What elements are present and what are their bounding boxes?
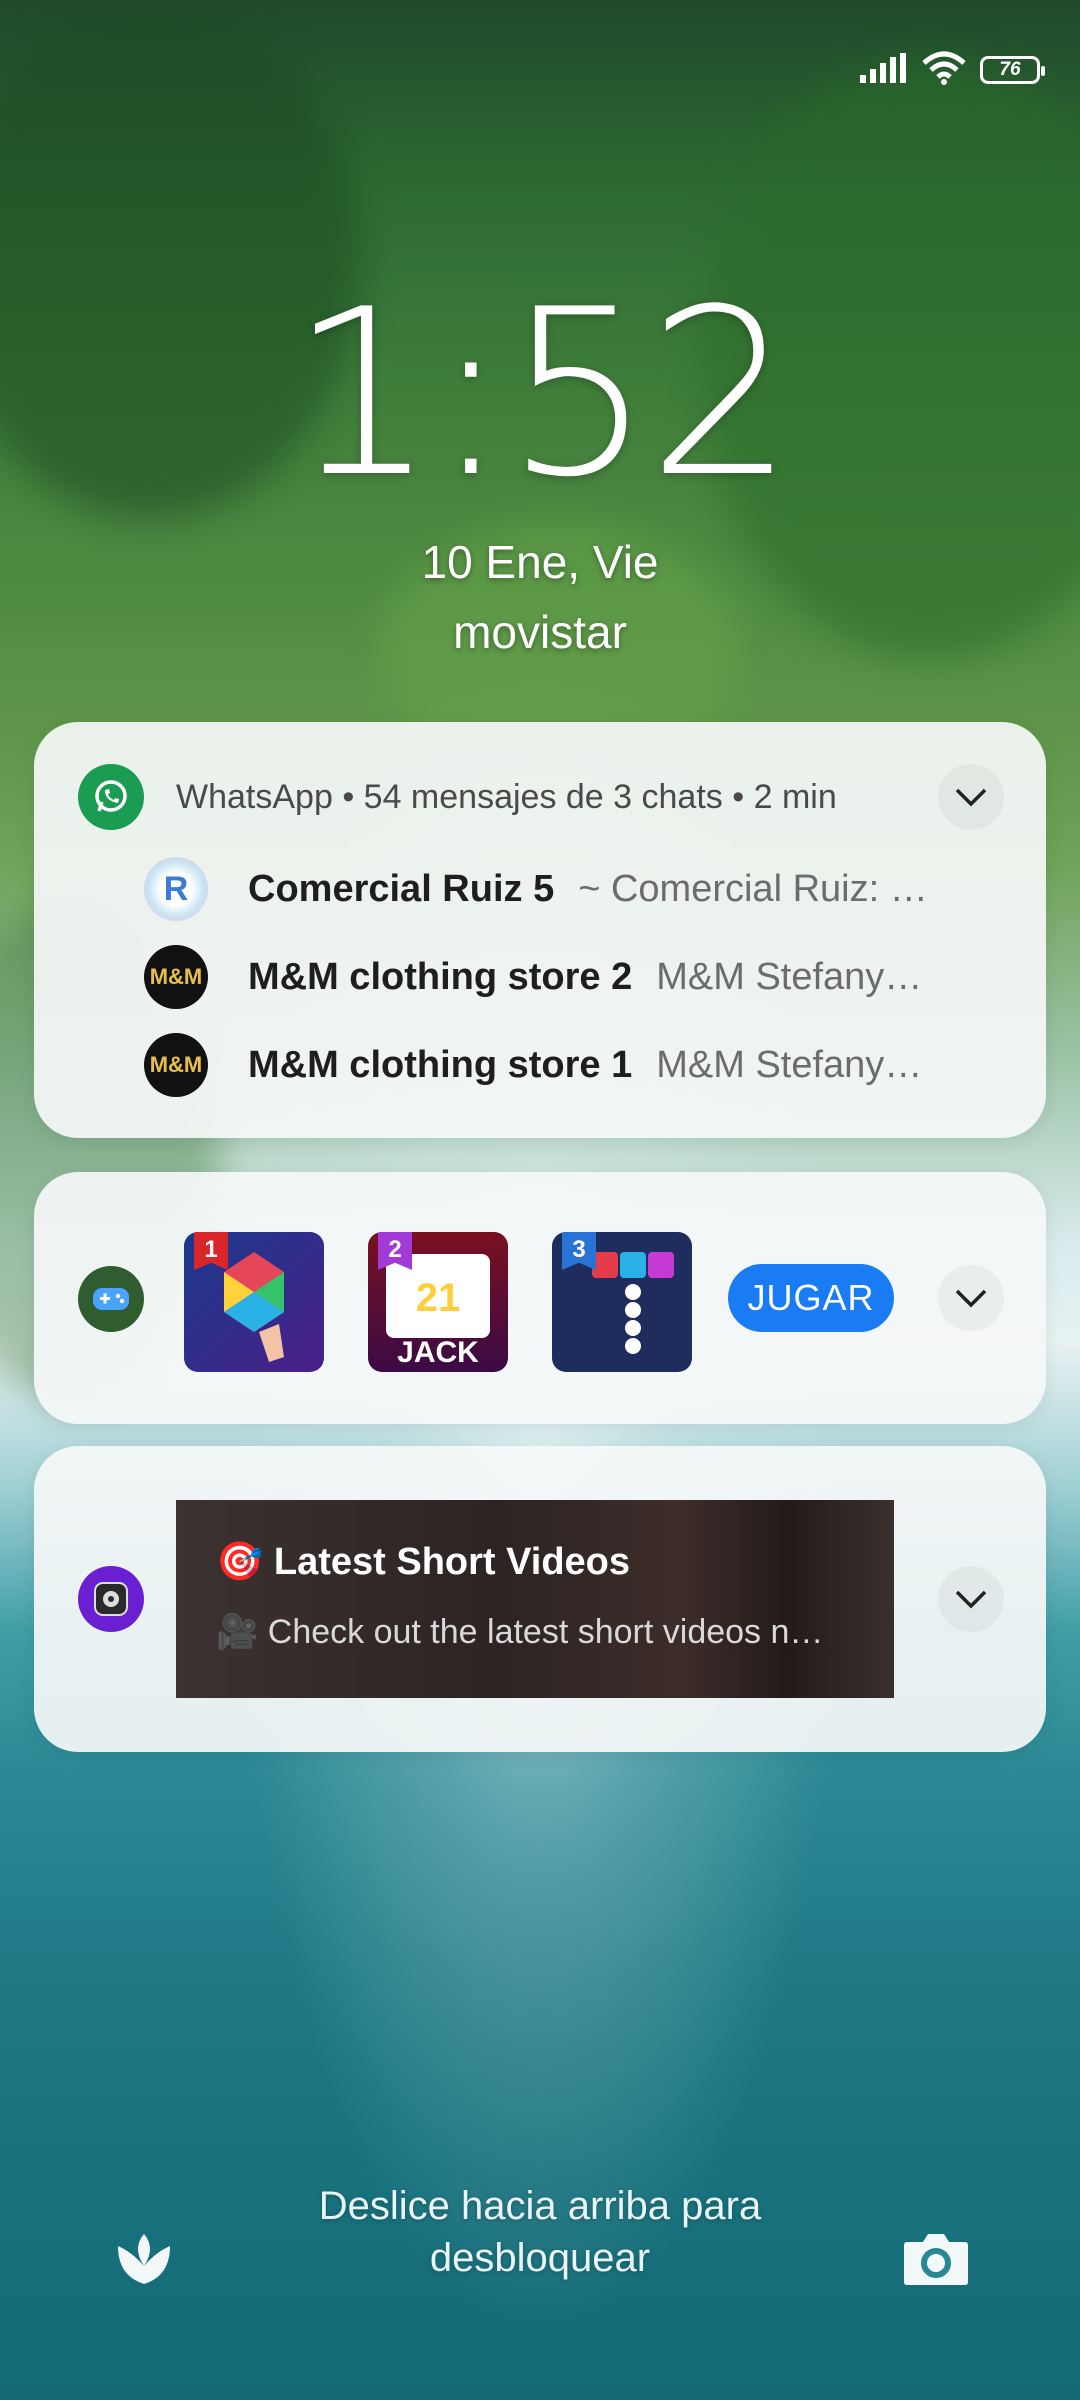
whatsapp-icon bbox=[78, 764, 144, 830]
game-thumbnail[interactable]: 3 bbox=[552, 1232, 692, 1372]
play-button[interactable]: JUGAR bbox=[728, 1264, 894, 1332]
status-bar: 76 bbox=[860, 51, 1045, 90]
game-center-icon bbox=[78, 1266, 144, 1332]
blackjack-number: 21 bbox=[415, 1276, 461, 1320]
video-preview[interactable]: 🎯 Latest Short Videos 🎥 Check out the la… bbox=[176, 1500, 894, 1698]
expand-button[interactable] bbox=[938, 764, 1004, 830]
chat-name: M&M clothing store 2 bbox=[248, 955, 633, 998]
message-summary: 54 mensajes de 3 chats bbox=[363, 778, 723, 816]
battery-level: 76 bbox=[999, 59, 1021, 80]
clock: 1:52 bbox=[289, 261, 795, 528]
chat-name: Comercial Ruiz 5 bbox=[248, 867, 555, 910]
signal-icon bbox=[860, 52, 908, 88]
chat-row[interactable]: M&M M&M clothing store 2 M&M Stefany… bbox=[144, 942, 1024, 1012]
chevron-down-icon bbox=[955, 1590, 987, 1609]
notification-time: 2 min bbox=[753, 778, 837, 816]
camera-shortcut-icon[interactable] bbox=[900, 2222, 972, 2294]
separator-dot: • bbox=[732, 778, 754, 816]
battery-icon: 76 bbox=[980, 56, 1045, 84]
carrier-name: movistar bbox=[453, 606, 627, 658]
notification-header: WhatsApp • 54 mensajes de 3 chats • 2 mi… bbox=[176, 778, 837, 817]
chat-avatar: M&M bbox=[144, 945, 208, 1009]
chat-row[interactable]: R Comercial Ruiz 5 ~ Comercial Ruiz: … bbox=[144, 854, 1024, 924]
video-subtitle: 🎥 Check out the latest short videos n… bbox=[216, 1613, 824, 1651]
chat-preview: M&M Stefany… bbox=[656, 1043, 923, 1086]
chat-name: M&M clothing store 1 bbox=[248, 1043, 633, 1086]
chat-preview: M&M Stefany… bbox=[656, 955, 923, 998]
blackjack-label: JACK bbox=[397, 1336, 479, 1369]
chevron-down-icon bbox=[955, 788, 987, 807]
video-title: 🎯 Latest Short Videos bbox=[216, 1541, 631, 1583]
game-thumbnail[interactable]: 21 BLACK JACK 2 bbox=[368, 1232, 508, 1372]
chat-avatar: R bbox=[144, 857, 208, 921]
whatsapp-notification[interactable]: WhatsApp • 54 mensajes de 3 chats • 2 mi… bbox=[34, 722, 1046, 1138]
chat-row[interactable]: M&M M&M clothing store 1 M&M Stefany… bbox=[144, 1030, 1024, 1100]
video-app-icon bbox=[78, 1566, 144, 1632]
date: 10 Ene, Vie bbox=[421, 536, 659, 588]
games-notification[interactable]: 1 21 BLACK JACK 2 3 JUGAR bbox=[34, 1172, 1046, 1424]
chat-preview: ~ Comercial Ruiz: … bbox=[578, 867, 928, 910]
expand-button[interactable] bbox=[938, 1566, 1004, 1632]
lock-screen: 76 1:52 10 Ene, Vie movistar WhatsApp • … bbox=[0, 0, 1080, 2400]
chevron-down-icon bbox=[955, 1289, 987, 1308]
game-thumbnail[interactable]: 1 bbox=[184, 1232, 324, 1372]
video-notification[interactable]: 🎯 Latest Short Videos 🎥 Check out the la… bbox=[34, 1446, 1046, 1752]
chat-avatar: M&M bbox=[144, 1033, 208, 1097]
wifi-icon bbox=[922, 51, 966, 90]
expand-button[interactable] bbox=[938, 1265, 1004, 1331]
separator-dot: • bbox=[342, 778, 364, 816]
app-name: WhatsApp bbox=[176, 778, 333, 816]
